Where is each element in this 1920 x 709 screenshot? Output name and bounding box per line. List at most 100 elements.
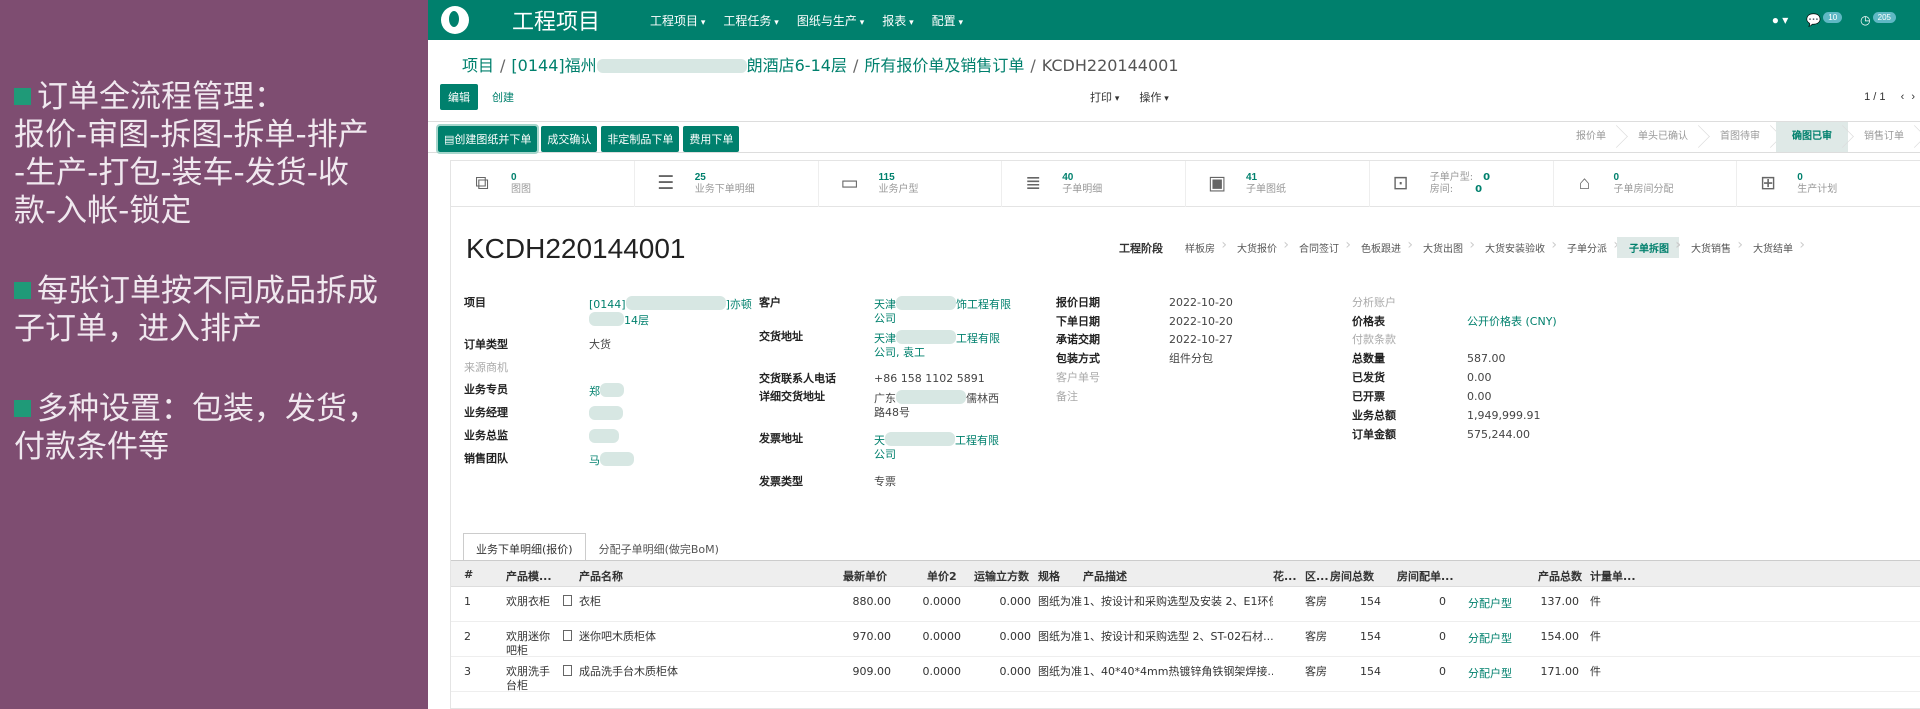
invoice-type-value[interactable]: 专票 (874, 475, 896, 489)
column-header[interactable]: 产品描述 (1083, 568, 1127, 584)
stage-step-active[interactable]: 子单拆图 (1617, 237, 1681, 258)
status-step[interactable]: 销售订单 (1848, 122, 1920, 152)
messages-button[interactable]: 💬 10 (1806, 12, 1843, 27)
stage-step[interactable]: 大货结单 (1741, 237, 1805, 258)
stat-room-allocation[interactable]: ⌂ 0 子单房间分配 (1554, 161, 1738, 207)
stat-production-plan[interactable]: ⊞ 0 生产计划 (1737, 161, 1920, 207)
app-logo[interactable] (428, 0, 482, 40)
menu-item-reports[interactable]: 报表 (882, 12, 913, 29)
customer-value[interactable]: 天津 饰工程有限 公司 (874, 296, 1024, 326)
user-menu[interactable]: ● ▾ (1772, 13, 1789, 27)
menu-item-tasks[interactable]: 工程任务 (723, 12, 778, 29)
table-row[interactable]: 3 欢朋洗手 台柜 成品洗手台木质柜体 909.00 0.0000 0.000 图… (451, 657, 1920, 692)
commit-date-value[interactable]: 2022-10-27 (1169, 333, 1233, 347)
menu-item-config[interactable]: 配置 (932, 12, 963, 29)
stat-sub-order-drawings[interactable]: ▣ 41 子单图纸 (1186, 161, 1370, 207)
stage-step[interactable]: 大货销售 (1679, 237, 1743, 258)
delivery-address-value[interactable]: 天津 工程有限 公司, 袁工 (874, 330, 1024, 360)
table-row[interactable]: 2 欢朋迷你 吧柜 迷你吧木质柜体 970.00 0.0000 0.000 图纸为… (451, 622, 1920, 657)
contact-phone-value[interactable]: +86 158 1102 5891 (874, 372, 985, 386)
stat-order-lines[interactable]: ☰ 25 业务下单明细 (635, 161, 819, 207)
activities-count-badge: 205 (1872, 12, 1896, 23)
create-button[interactable]: 创建 (492, 89, 514, 105)
breadcrumb-list[interactable]: 所有报价单及销售订单 (864, 56, 1024, 75)
create-drawing-order-button[interactable]: ▤创建图纸并下单 (435, 124, 540, 154)
detail-address-value[interactable]: 广东 儒林西 路48号 (874, 390, 1024, 420)
stage-step[interactable]: 合同签订 (1287, 237, 1351, 258)
project-field-value[interactable]: [0144]]亦顿 14层 (589, 296, 779, 328)
tab-order-lines-quote[interactable]: 业务下单明细(报价) (463, 533, 586, 561)
column-header[interactable]: 产品模... (506, 568, 552, 584)
column-header[interactable]: 单价2 (927, 568, 957, 584)
deal-confirm-button[interactable]: 成交确认 (541, 126, 598, 152)
column-header[interactable]: 产品总数 (1538, 568, 1582, 584)
column-header[interactable]: 花... (1273, 568, 1297, 584)
stage-step[interactable]: 色板跟进 (1349, 237, 1413, 258)
table-row[interactable]: 1 欢朋衣柜 衣柜 880.00 0.0000 0.000 图纸为准 1、按设计… (451, 587, 1920, 622)
order-type-value[interactable]: 大货 (589, 338, 611, 352)
column-header[interactable]: 最新单价 (843, 568, 887, 584)
assign-unit-type-button[interactable]: 分配户型 (1468, 632, 1512, 646)
status-step[interactable]: 报价单 (1560, 122, 1622, 152)
status-step[interactable]: 首图待审 (1704, 122, 1776, 152)
order-date-value[interactable]: 2022-10-20 (1169, 315, 1233, 329)
stage-step[interactable]: 样板房 (1173, 237, 1227, 258)
stat-sub-order-types[interactable]: ⊡ 子单户型: 0 房间: 0 (1370, 161, 1554, 207)
status-step-active[interactable]: 确图已审 (1776, 122, 1848, 152)
expense-order-button[interactable]: 费用下单 (683, 126, 740, 152)
stat-unit-types[interactable]: ▭ 115 业务户型 (819, 161, 1003, 207)
menu-item-projects[interactable]: 工程项目 (650, 12, 705, 29)
sales-director-value[interactable] (589, 429, 619, 445)
status-step[interactable]: 单头已确认 (1622, 122, 1704, 152)
non-custom-order-button[interactable]: 非定制品下单 (601, 126, 680, 152)
stage-step[interactable]: 大货安装验收 (1473, 237, 1557, 258)
label: 付款条款 (1352, 333, 1396, 346)
pager-prev-icon[interactable]: ‹ (1901, 91, 1905, 103)
form-header: ▤创建图纸并下单 成交确认 非定制品下单 费用下单 报价单 单头已确认 首图待审… (428, 121, 1920, 154)
packing-value[interactable]: 组件分包 (1169, 352, 1213, 366)
column-header[interactable]: 运输立方数 (974, 568, 1029, 584)
breadcrumb-project-prefix: [0144]福州 (511, 56, 597, 75)
stat-sub-order-lines[interactable]: ≣ 40 子单明细 (1002, 161, 1186, 207)
column-header[interactable]: 房间配单... (1397, 568, 1454, 584)
assign-unit-type-button[interactable]: 分配户型 (1468, 667, 1512, 681)
file-icon[interactable] (563, 595, 572, 610)
assign-unit-type-button[interactable]: 分配户型 (1468, 597, 1512, 611)
label: 来源商机 (464, 361, 508, 374)
stage-step[interactable]: 子单分派 (1555, 237, 1619, 258)
stage-step[interactable]: 大货报价 (1225, 237, 1289, 258)
tab-sub-order-lines-bom[interactable]: 分配子单明细(做完BoM) (586, 533, 732, 561)
action-dropdown[interactable]: 操作 (1139, 89, 1168, 105)
stat-drawings[interactable]: ⧉ 0 图图 (451, 161, 635, 207)
menu-item-drawings-production[interactable]: 图纸与生产 (797, 12, 864, 29)
pager-next-icon[interactable]: › (1911, 91, 1915, 103)
pricelist-value[interactable]: 公开价格表 (CNY) (1467, 315, 1557, 329)
sales-team-value[interactable]: 马 (589, 452, 634, 468)
bullet-text: 订单全流程管理： 报价-审图-拆图-拆单-排产 -生产-打包-装车-发货-收 款… (14, 79, 369, 229)
breadcrumb-project[interactable]: [0144]福州 朗酒店6-14层 (511, 56, 847, 75)
activities-button[interactable]: ◷ 205 (1860, 12, 1896, 27)
stat-label: 子单房间分配 (1613, 184, 1674, 195)
column-header[interactable]: # (464, 568, 473, 581)
file-icon[interactable] (563, 665, 572, 680)
cell-model-line2: 台柜 (506, 679, 528, 692)
pager[interactable]: 1 / 1 ‹ › (1864, 91, 1915, 103)
redacted-block (896, 330, 956, 344)
invoice-address-value[interactable]: 天 工程有限 公司 (874, 432, 1024, 462)
sales-manager-value[interactable] (589, 406, 623, 422)
print-dropdown[interactable]: 打印 (1090, 89, 1119, 105)
column-header[interactable]: 规格 (1038, 568, 1060, 584)
smart-buttons: ⧉ 0 图图 ☰ 25 业务下单明细 ▭ 115 业务户型 ≣ 40 子单明细 ▣ 41 子单图纸 … (451, 161, 1920, 207)
stage-step[interactable]: 大货出图 (1411, 237, 1475, 258)
column-header[interactable]: 区... (1305, 568, 1329, 584)
breadcrumb-root[interactable]: 项目 (462, 56, 494, 75)
label: 客户单号 (1056, 371, 1100, 384)
column-header[interactable]: 产品名称 (579, 568, 623, 584)
file-icon[interactable] (563, 630, 572, 645)
sales-manager-label: 业务经理 (464, 406, 508, 420)
quote-date-value[interactable]: 2022-10-20 (1169, 296, 1233, 310)
edit-button[interactable]: 编辑 (440, 84, 478, 110)
column-header[interactable]: 房间总数 (1330, 568, 1374, 584)
column-header[interactable]: 计量单... (1590, 568, 1636, 584)
sales-rep-value[interactable]: 郑 (589, 383, 624, 399)
